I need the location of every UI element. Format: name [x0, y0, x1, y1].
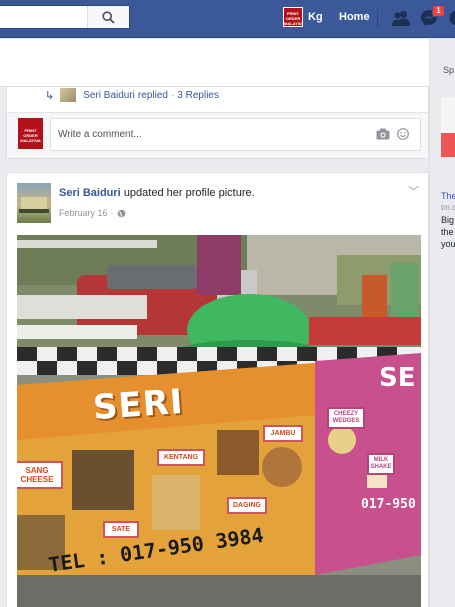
author-avatar[interactable] [17, 183, 51, 223]
sponsored-header: Sp [443, 65, 455, 75]
camera-icon[interactable] [376, 128, 390, 140]
sticker: MILK SHAKE [367, 453, 395, 475]
friends-icon [392, 11, 410, 26]
emoji-icon[interactable] [397, 128, 409, 140]
reply-summary[interactable]: ↳ Seri Baiduri replied · 3 Replies [45, 87, 219, 103]
notification-badge: 1 [432, 5, 445, 17]
post-action-text: updated her profile picture. [123, 187, 255, 199]
sticker: SANG CHEESE [17, 461, 63, 489]
profile-name-link[interactable]: Kg [308, 11, 323, 23]
top-navigation-bar: PRINT ORDER MALAYSIA Kg Home 1 [0, 0, 455, 38]
search-box[interactable] [0, 5, 130, 29]
post-options-chevron-icon[interactable]: ﹀ [408, 183, 419, 199]
search-button[interactable] [87, 6, 129, 28]
post-photo[interactable]: SERI SE TEL : 017-950 3984 017-950 SANG … [17, 235, 421, 607]
sticker: CHEEZY WEDGES [327, 407, 365, 429]
post-card: Seri Baiduri updated her profile picture… [6, 172, 429, 607]
sticker: KENTANG [157, 449, 205, 466]
profile-avatar[interactable]: PRINT ORDER MALAYSIA [283, 7, 303, 27]
comment-input[interactable] [50, 118, 421, 151]
banner-phone-right: 017-950 [361, 497, 416, 512]
reply-count-link[interactable]: 3 Replies [177, 90, 219, 101]
post-meta: February 16 · [59, 208, 126, 218]
nav-divider [377, 9, 378, 27]
right-sidebar: Sp The tm.c Big the you [429, 38, 455, 607]
globe-audience-icon[interactable] [117, 209, 126, 218]
home-link[interactable]: Home [339, 11, 370, 23]
ad-thumbnail[interactable] [441, 97, 455, 157]
post-header: Seri Baiduri updated her profile picture… [59, 187, 255, 199]
banner-title: SERI [91, 381, 185, 429]
sticker: DAGING [227, 497, 267, 514]
replier-name[interactable]: Seri Baiduri [83, 90, 135, 101]
comments-card: ↳ Seri Baiduri replied · 3 Replies PRINT… [6, 87, 429, 159]
meta-separator: · [110, 208, 114, 218]
search-icon [102, 10, 115, 24]
sticker: SATE [103, 521, 139, 538]
notifications-button[interactable] [446, 7, 455, 29]
ad-text: The tm.c Big the you [441, 191, 455, 249]
sticker: JAMBU [263, 425, 303, 442]
post-date-link[interactable]: February 16 [59, 208, 108, 218]
commenter-avatar: PRINT ORDER MALAYSIA [18, 118, 43, 149]
reply-arrow-icon: ↳ [45, 89, 55, 102]
author-name-link[interactable]: Seri Baiduri [59, 187, 121, 199]
replier-avatar [60, 88, 77, 102]
comment-composer: PRINT ORDER MALAYSIA [7, 112, 428, 158]
previous-card [0, 39, 429, 87]
reply-separator: · [170, 89, 175, 101]
reply-action: replied [137, 89, 168, 101]
globe-icon [449, 10, 455, 26]
search-input[interactable] [1, 8, 85, 26]
banner-title-right: SE [379, 363, 416, 393]
friend-requests-button[interactable] [390, 7, 412, 29]
